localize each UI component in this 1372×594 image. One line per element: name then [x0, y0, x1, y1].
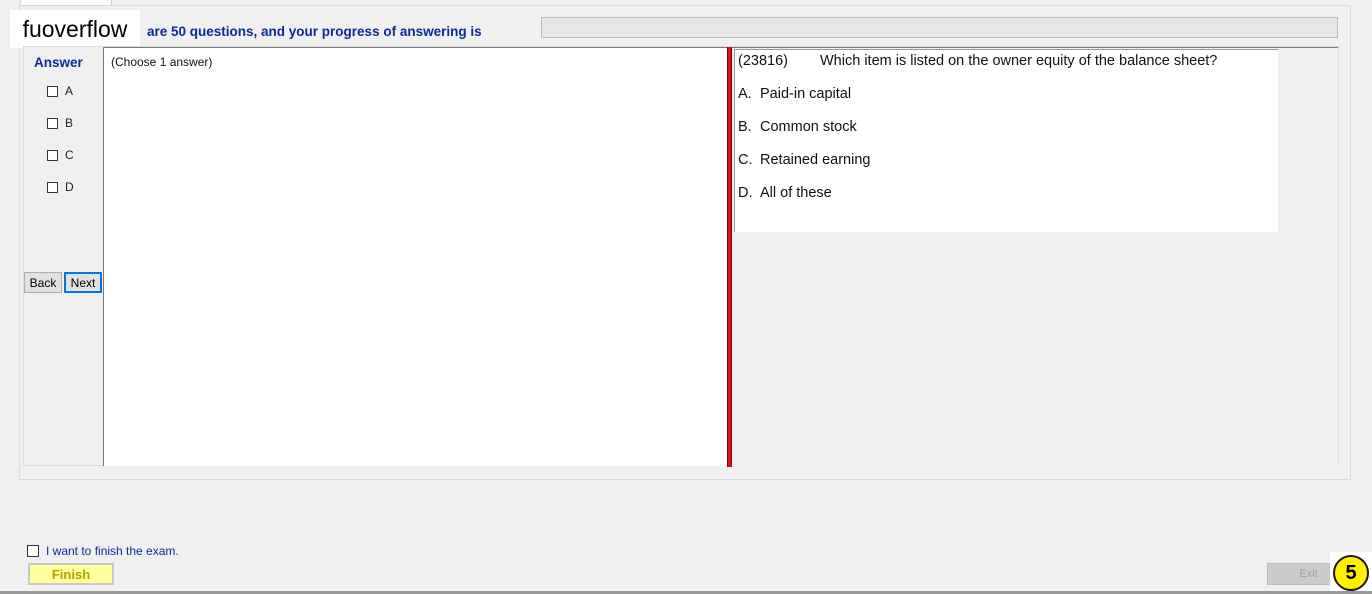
answer-option-c[interactable]: C	[47, 148, 74, 162]
option-text: Common stock	[760, 119, 857, 135]
finish-confirm-label: I want to finish the exam.	[46, 544, 179, 558]
answer-option-label: A	[65, 84, 74, 98]
option-letter: A.	[738, 86, 752, 102]
question-option-a: A. Paid-in capital	[738, 86, 851, 102]
question-option-c: C. Retained earning	[738, 152, 870, 168]
answer-option-label: B	[65, 116, 74, 130]
answer-option-a[interactable]: A	[47, 84, 73, 98]
watermark-logo: fuoverflow	[10, 10, 140, 48]
option-letter: D.	[738, 185, 753, 201]
checkbox-d[interactable]	[47, 181, 58, 193]
option-letter: C.	[738, 152, 753, 168]
option-text: Retained earning	[760, 152, 871, 168]
question-box: (23816) Which item is listed on the owne…	[734, 49, 1278, 232]
finish-confirm-checkbox[interactable]	[27, 545, 39, 557]
progress-label: are 50 questions, and your progress of a…	[147, 24, 482, 39]
back-button[interactable]: Back	[24, 272, 62, 293]
question-id: (23816)	[738, 53, 788, 69]
checkbox-c[interactable]	[47, 149, 58, 161]
answer-option-d[interactable]: D	[47, 180, 74, 194]
answer-option-label: C	[65, 148, 74, 162]
question-text: Which item is listed on the owner equity…	[820, 53, 1218, 69]
next-button[interactable]: Next	[64, 272, 102, 293]
question-option-b: B. Common stock	[738, 119, 857, 135]
checkbox-a[interactable]	[47, 85, 58, 97]
number-badge: 5	[1333, 555, 1369, 591]
finish-confirm-row[interactable]: I want to finish the exam.	[27, 544, 179, 558]
checkbox-b[interactable]	[47, 117, 58, 129]
choose-hint: (Choose 1 answer)	[111, 55, 213, 69]
option-text: Paid-in capital	[760, 86, 852, 102]
answer-option-b[interactable]: B	[47, 116, 73, 130]
answer-text-area[interactable]: (Choose 1 answer)	[103, 47, 728, 466]
finish-button[interactable]: Finish	[28, 563, 114, 585]
question-option-d: D. All of these	[738, 185, 832, 201]
answer-title: Answer	[34, 55, 83, 70]
option-text: All of these	[760, 185, 832, 201]
logo-text: fuoverflow	[22, 15, 128, 42]
answer-option-label: D	[65, 180, 74, 194]
progress-bar	[541, 17, 1338, 38]
option-letter: B.	[738, 119, 752, 135]
